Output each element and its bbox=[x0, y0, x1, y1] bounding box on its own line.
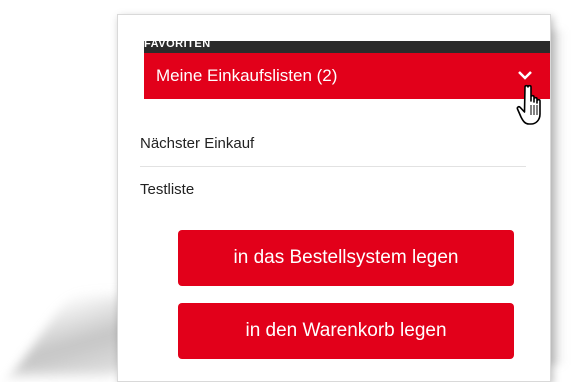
add-to-order-system-button[interactable]: in das Bestellsystem legen bbox=[178, 230, 514, 286]
hand-pointer-cursor-icon bbox=[516, 84, 541, 125]
shopping-list-item[interactable]: Nächster Einkauf bbox=[140, 135, 520, 152]
favorites-section-label: FAVORITEN bbox=[144, 41, 211, 50]
shopping-lists-title: Meine Einkaufslisten (2) bbox=[156, 66, 338, 85]
favorites-panel: FAVORITEN Meine Einkaufslisten (2) Nächs… bbox=[117, 14, 551, 382]
shopping-lists-dropdown-header[interactable]: Meine Einkaufslisten (2) bbox=[144, 53, 550, 99]
shopping-list-item[interactable]: Testliste bbox=[140, 181, 520, 198]
favorites-section-bar: FAVORITEN bbox=[144, 41, 550, 53]
chevron-down-icon[interactable] bbox=[516, 66, 534, 84]
list-divider bbox=[140, 166, 526, 167]
add-to-cart-button[interactable]: in den Warenkorb legen bbox=[178, 303, 514, 359]
